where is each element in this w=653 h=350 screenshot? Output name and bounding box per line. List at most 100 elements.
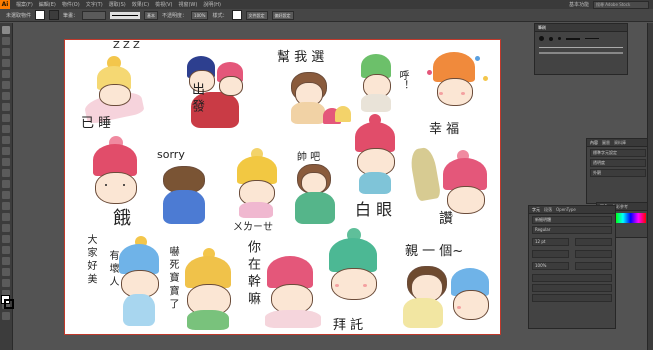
menu-view[interactable]: 檢視(V) [155, 1, 172, 8]
tab-paragraph[interactable]: 段落 [544, 207, 552, 213]
menu-edit[interactable]: 編輯(E) [39, 1, 56, 8]
scale-tool-icon[interactable] [2, 158, 10, 166]
sticker-everyone-pretty[interactable] [111, 236, 167, 332]
sticker-please[interactable] [319, 228, 391, 314]
brush-panel: 筆刷 [534, 23, 628, 75]
sticker-scared[interactable] [177, 248, 239, 332]
magic-wand-tool-icon[interactable] [2, 48, 10, 56]
font-size-input[interactable]: 12 pt [532, 238, 569, 246]
baseline-shift-input[interactable] [532, 274, 612, 282]
transparency-row[interactable]: 透明度 [590, 159, 646, 167]
text-praise: 讚 [439, 211, 453, 227]
perspective-tool-icon[interactable] [2, 202, 10, 210]
vertical-scale-input[interactable]: 100% [532, 262, 569, 270]
eraser-tool-icon[interactable] [2, 136, 10, 144]
zoom-tool-icon[interactable] [2, 312, 10, 320]
workspace-switcher[interactable]: 基本功能 [569, 1, 589, 8]
opacity-input[interactable]: 100% [191, 10, 209, 20]
sticker-eyeroll[interactable] [347, 114, 403, 198]
text-happy: 幸 福 [429, 122, 460, 137]
style-swatch[interactable] [231, 10, 242, 20]
text-sorry: sorry [157, 148, 185, 161]
menu-type[interactable]: 文字(T) [86, 1, 103, 8]
control-bar: 未選取物件 筆畫： 基本 不透明度： 100% 樣式： 文件設定 偏好設定 [0, 9, 653, 22]
stock-search-input[interactable]: 搜尋 Adobe Stock [593, 0, 649, 9]
rectangle-tool-icon[interactable] [2, 103, 10, 111]
leading-input[interactable] [575, 238, 612, 246]
artboard[interactable]: Z Z Z 已 睡 出 發 幫 我 選 呼！ 幸 福 餓 sorry ㄨㄌㄧㄝ … [64, 39, 501, 335]
paintbrush-tool-icon[interactable] [2, 114, 10, 122]
brush-stroke-1-icon[interactable] [566, 37, 580, 40]
illustrator-logo: Ai [0, 0, 10, 9]
text-depart: 出 發 [189, 82, 204, 113]
type-tool-icon[interactable] [2, 81, 10, 89]
brush-dot-large-icon[interactable] [539, 36, 544, 41]
sticker-yellow-hat[interactable] [231, 148, 283, 222]
brush-dot-small-icon[interactable] [558, 37, 561, 40]
stroke-color-icon[interactable] [4, 299, 14, 309]
font-family-dropdown[interactable]: 新細明體 [532, 216, 612, 224]
gradient-tool-icon[interactable] [2, 224, 10, 232]
menu-effect[interactable]: 效果(C) [132, 1, 149, 8]
menu-window[interactable]: 視窗(W) [178, 1, 197, 8]
pen-tool-icon[interactable] [2, 70, 10, 78]
appearance-row[interactable]: 外觀 [590, 169, 646, 177]
brush-stroke-4-icon[interactable] [539, 52, 623, 54]
text-help-choose: 幫 我 選 [277, 50, 325, 65]
document-setup-button[interactable]: 文件設定 [245, 10, 268, 20]
sticker-help-choose[interactable] [283, 62, 353, 132]
stroke-weight-dropdown[interactable] [82, 10, 107, 20]
brush-dot-medium-icon[interactable] [549, 36, 553, 41]
artboard-tool-icon[interactable] [2, 279, 10, 287]
line-tool-icon[interactable] [2, 92, 10, 100]
rotate-tool-icon[interactable] [2, 147, 10, 155]
mesh-tool-icon[interactable] [2, 213, 10, 221]
text-hungry: 餓 [113, 208, 131, 229]
sticker-kiss[interactable] [397, 262, 495, 332]
tracking-input[interactable] [575, 250, 612, 258]
menu-help[interactable]: 說明(H) [203, 1, 221, 8]
menu-bar: Ai 檔案(F) 編輯(E) 物件(O) 文字(T) 選取(S) 效果(C) 檢… [0, 0, 653, 9]
text-everyone: 大 家 好 美 [85, 234, 96, 284]
tab-brushes[interactable]: 筆刷 [538, 25, 546, 31]
tab-libraries[interactable]: 資料庫 [614, 140, 626, 146]
eyedropper-tool-icon[interactable] [2, 235, 10, 243]
symbol-sprayer-tool-icon[interactable] [2, 257, 10, 265]
menu-object[interactable]: 物件(O) [62, 1, 80, 8]
brush-stroke-3-icon[interactable] [539, 47, 623, 48]
kerning-input[interactable] [532, 250, 569, 258]
brush-dropdown[interactable]: 基本 [144, 10, 159, 20]
pencil-tool-icon[interactable] [2, 125, 10, 133]
character-settings-row[interactable]: 標準字元設定 [590, 149, 646, 157]
tab-layers[interactable]: 圖層 [602, 140, 610, 146]
width-tool-icon[interactable] [2, 169, 10, 177]
stroke-swatch[interactable] [49, 10, 60, 20]
free-transform-tool-icon[interactable] [2, 180, 10, 188]
sticker-praise[interactable] [408, 144, 495, 232]
rotation-input[interactable] [532, 284, 612, 292]
text-handsome: 帥 吧 [297, 152, 321, 163]
tab-character[interactable]: 字元 [532, 207, 540, 213]
menu-select[interactable]: 選取(S) [109, 1, 126, 8]
sticker-happy[interactable] [425, 52, 495, 122]
shape-builder-tool-icon[interactable] [2, 191, 10, 199]
selection-tool-icon[interactable] [2, 26, 10, 34]
lasso-tool-icon[interactable] [2, 59, 10, 67]
blend-tool-icon[interactable] [2, 246, 10, 254]
selection-status: 未選取物件 [6, 12, 32, 19]
tab-opentype[interactable]: OpenType [556, 207, 576, 212]
sticker-sorry[interactable] [159, 166, 209, 228]
properties-panel: 內容 圖層 資料庫 標準字元設定 透明度 外觀 [586, 138, 650, 204]
language-dropdown[interactable] [532, 294, 612, 302]
brush-stroke-2-icon[interactable] [585, 38, 599, 39]
menu-file[interactable]: 檔案(F) [16, 1, 33, 8]
font-style-dropdown[interactable]: Regular [532, 226, 612, 234]
variable-width-profile[interactable] [110, 11, 141, 19]
tab-properties[interactable]: 內容 [590, 140, 598, 146]
sticker-handsome[interactable] [291, 162, 339, 228]
graph-tool-icon[interactable] [2, 268, 10, 276]
direct-selection-tool-icon[interactable] [2, 37, 10, 45]
horizontal-scale-input[interactable] [575, 262, 612, 270]
fill-swatch[interactable] [35, 10, 46, 20]
preferences-button[interactable]: 偏好設定 [271, 10, 294, 20]
